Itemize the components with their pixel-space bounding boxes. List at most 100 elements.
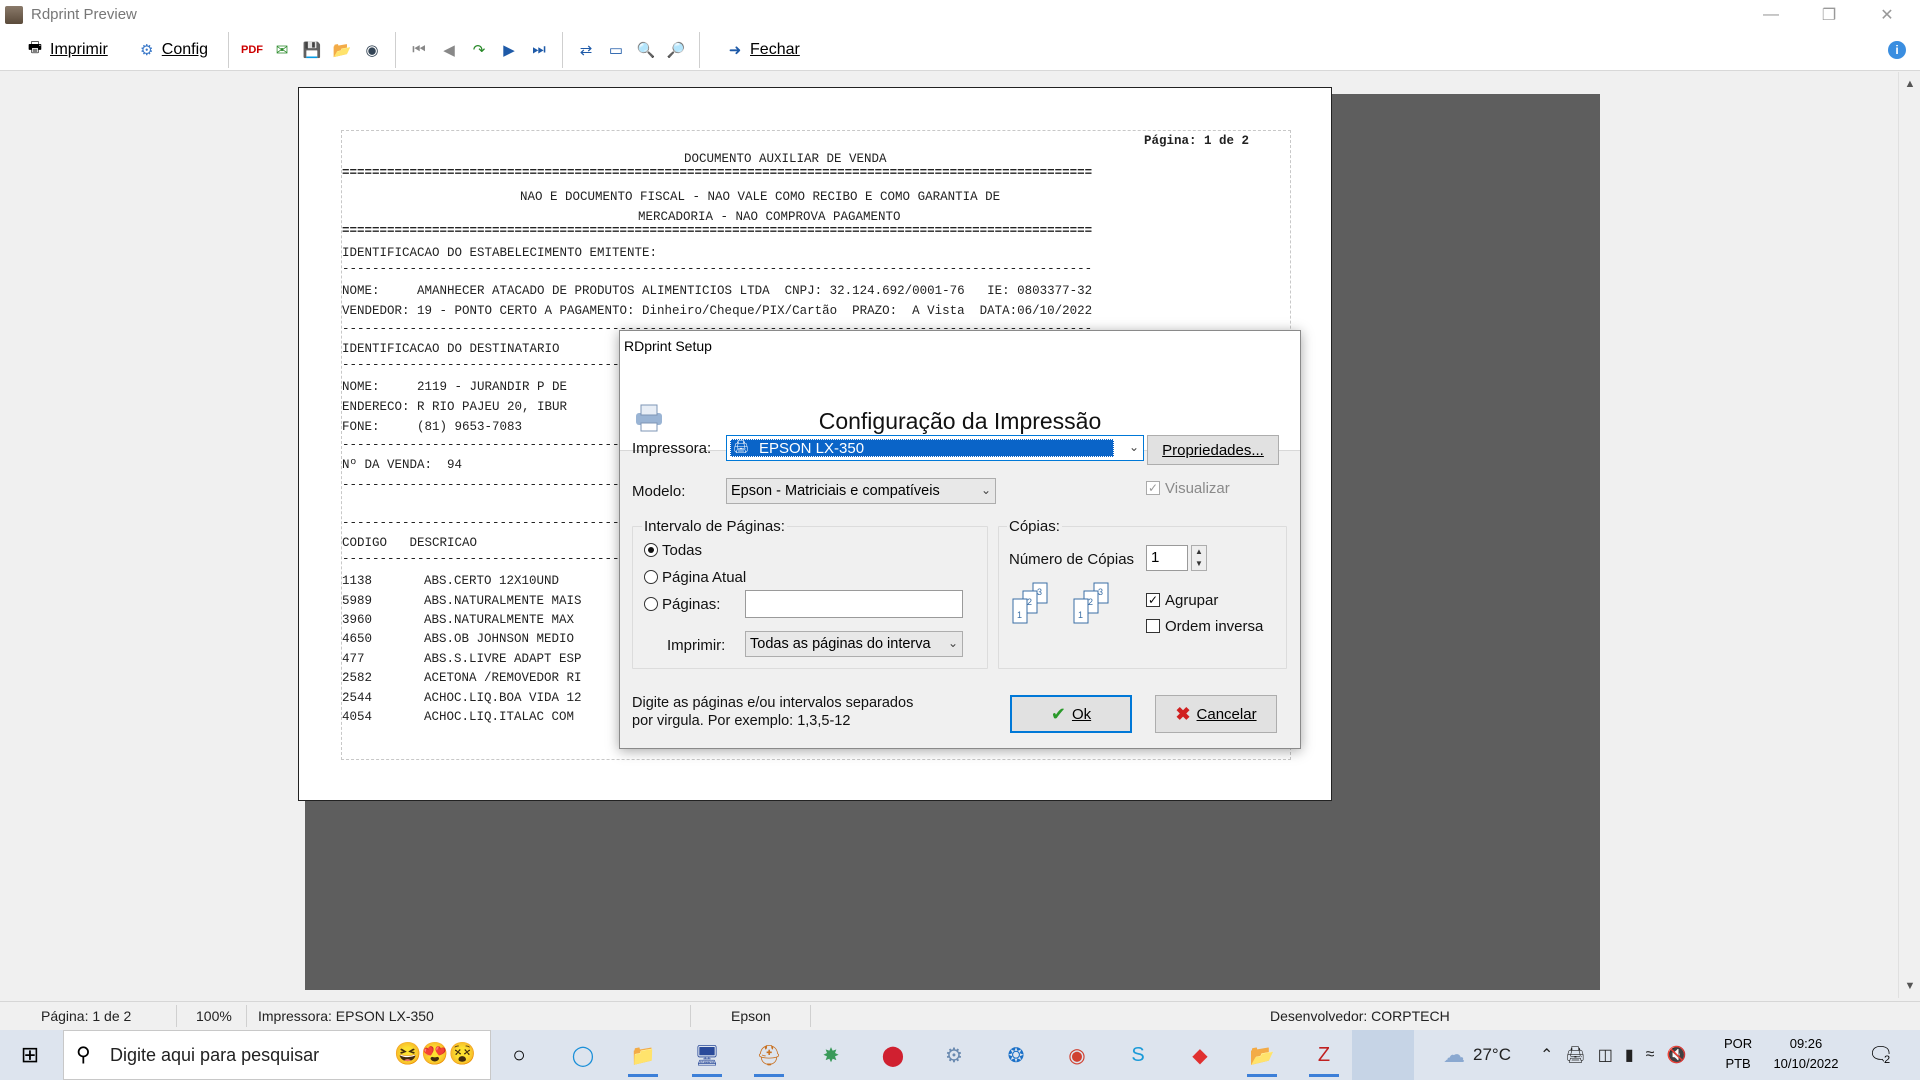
edge-icon[interactable]: ◯ xyxy=(564,1037,602,1073)
task-view-icon[interactable]: ○ xyxy=(500,1037,538,1073)
status-separator xyxy=(810,1005,811,1027)
hint-line-2: por virgula. Por exemplo: 1,3,5-12 xyxy=(632,713,851,729)
page-number-label: Página: 1 de 2 xyxy=(1144,134,1250,148)
recipient-phone: FONE: (81) 9653-7083 xyxy=(342,420,523,434)
properties-button[interactable]: Propriedades... xyxy=(1147,435,1279,465)
app-icon-bubbles[interactable]: ❂ xyxy=(997,1037,1035,1073)
item-code: 1138 xyxy=(342,574,373,588)
app-icon-helmet[interactable]: ⛑ xyxy=(750,1037,788,1077)
emitter-seller: VENDEDOR: 19 - PONTO CERTO A PAGAMENTO: … xyxy=(342,304,1093,318)
collate-checkbox[interactable]: ✓ xyxy=(1146,593,1160,607)
zoom-in-icon[interactable]: 🔍 xyxy=(635,39,657,61)
minimize-button[interactable]: — xyxy=(1748,0,1794,29)
toolbar: 🖶 Imprimir ⚙ Config PDF ✉ 💾 📂 ◉ ⏮ ◀ ↷ ▶ … xyxy=(0,29,1920,71)
anydesk-icon[interactable]: ◆ xyxy=(1181,1037,1219,1073)
wifi-icon[interactable]: ≈ xyxy=(1646,1046,1655,1064)
first-page-icon[interactable]: ⏮ xyxy=(408,39,430,61)
zoom-out-icon[interactable]: 🔎 xyxy=(665,39,687,61)
copies-count-label: Número de Cópias xyxy=(1009,551,1135,568)
close-preview-button[interactable]: ➜ Fechar xyxy=(714,34,806,66)
visualizar-label: Visualizar xyxy=(1165,480,1230,497)
printer-select[interactable]: 🖨 EPSON LX-350 ⌄ xyxy=(726,435,1144,461)
next-page-icon[interactable]: ▶ xyxy=(498,39,520,61)
weather-widget[interactable]: ☁ 27°C xyxy=(1443,1030,1511,1080)
all-pages-label: Todas xyxy=(662,542,703,559)
vertical-scrollbar[interactable]: ▲ ▼ xyxy=(1898,72,1920,998)
printer-label: Impressora: xyxy=(632,440,712,457)
language-indicator[interactable]: POR PTB xyxy=(1724,1034,1752,1074)
save-icon[interactable]: 💾 xyxy=(301,39,323,61)
status-zoom: 100% xyxy=(196,1008,232,1024)
info-icon[interactable]: i xyxy=(1888,40,1906,59)
svg-text:1: 1 xyxy=(1078,610,1083,620)
filezilla-icon[interactable]: Z xyxy=(1305,1037,1343,1077)
battery-icon[interactable]: ▮ xyxy=(1625,1045,1634,1065)
pages-input[interactable] xyxy=(745,590,963,618)
print-scope-select[interactable]: Todas as páginas do interva ⌄ xyxy=(745,631,963,657)
reverse-order-checkbox[interactable] xyxy=(1146,619,1160,633)
chrome-icon[interactable]: ◉ xyxy=(1058,1037,1096,1073)
svg-text:2: 2 xyxy=(1088,597,1093,607)
item-description: ABS.OB JOHNSON MEDIO xyxy=(424,632,575,646)
checkmark-icon: ✔ xyxy=(1050,703,1066,724)
search-highlight-icon: 😆😍😵 xyxy=(394,1041,477,1066)
model-select[interactable]: Epson - Matriciais e compatíveis ⌄ xyxy=(726,478,996,504)
previous-page-icon[interactable]: ◀ xyxy=(438,39,460,61)
scroll-down-icon[interactable]: ▼ xyxy=(1899,976,1920,996)
settings-icon[interactable]: ⚙ xyxy=(935,1037,973,1073)
model-label: Modelo: xyxy=(632,483,686,500)
page-width-icon[interactable]: ⇄ xyxy=(575,39,597,61)
chevron-up-icon[interactable]: ⌃ xyxy=(1540,1045,1553,1065)
skype-icon[interactable]: S xyxy=(1119,1037,1157,1073)
svg-text:2: 2 xyxy=(1027,597,1032,607)
radio-pages[interactable] xyxy=(644,597,658,611)
scroll-up-icon[interactable]: ▲ xyxy=(1899,74,1920,94)
active-app-slot[interactable] xyxy=(1352,1030,1414,1080)
windows-start-icon[interactable]: ⊞ xyxy=(11,1037,49,1073)
notification-count-badge: 2 xyxy=(1884,1054,1891,1066)
config-button[interactable]: ⚙ Config xyxy=(126,34,214,66)
collate-illustration-icon: 321 321 xyxy=(1009,581,1129,636)
clock[interactable]: 09:26 10/10/2022 xyxy=(1760,1034,1852,1074)
close-window-button[interactable]: ✕ xyxy=(1864,0,1910,29)
binoculars-icon[interactable]: ◉ xyxy=(361,39,383,61)
item-description: ABS.NATURALMENTE MAIS xyxy=(424,594,582,608)
folder-app-icon[interactable]: 📂 xyxy=(1243,1037,1281,1077)
print-button[interactable]: 🖶 Imprimir xyxy=(14,34,114,66)
hint-line-1: Digite as páginas e/ou intervalos separa… xyxy=(632,695,914,711)
pages-label: Páginas: xyxy=(662,596,721,613)
visualizar-checkbox[interactable]: ✓ xyxy=(1146,481,1160,495)
go-to-page-icon[interactable]: ↷ xyxy=(468,39,490,61)
item-code: 3960 xyxy=(342,613,373,627)
file-explorer-icon[interactable]: 📁 xyxy=(624,1037,662,1077)
cancel-button[interactable]: ✖ Cancelar xyxy=(1155,695,1277,733)
last-page-icon[interactable]: ⏭ xyxy=(528,39,550,61)
sale-number: Nº DA VENDA: 94 xyxy=(342,458,463,472)
svg-text:1: 1 xyxy=(1017,610,1022,620)
app-icon-computer[interactable]: 🖥 xyxy=(688,1037,726,1077)
model-value: Epson - Matriciais e compatíveis xyxy=(731,483,940,499)
taskbar-search[interactable]: ⚲ Digite aqui para pesquisar 😆😍😵 xyxy=(63,1030,491,1080)
radio-current-page[interactable] xyxy=(644,570,658,584)
whole-page-icon[interactable]: ▭ xyxy=(605,39,627,61)
email-icon[interactable]: ✉ xyxy=(271,39,293,61)
app-icon-network[interactable]: ✸ xyxy=(812,1037,850,1073)
printer-tray-icon[interactable]: 🖨 xyxy=(1565,1045,1585,1065)
svg-text:3: 3 xyxy=(1098,587,1103,597)
restore-button[interactable]: ❐ xyxy=(1806,0,1852,29)
open-folder-icon[interactable]: 📂 xyxy=(331,39,353,61)
status-developer: Desenvolvedor: CORPTECH xyxy=(1270,1008,1450,1024)
separator-line: ========================================… xyxy=(342,166,1093,180)
anydesk-dx-icon[interactable]: ⬤ xyxy=(874,1037,912,1073)
clock-time: 09:26 xyxy=(1789,1036,1823,1051)
ok-button[interactable]: ✔ Ok xyxy=(1010,695,1132,733)
copies-spinner[interactable]: ▲ ▼ xyxy=(1191,545,1207,571)
speaker-muted-icon[interactable]: 🔇 xyxy=(1666,1045,1686,1065)
radio-all-pages[interactable] xyxy=(644,543,658,557)
print-scope-label: Imprimir: xyxy=(667,637,726,654)
separator-line: ========================================… xyxy=(342,224,1093,238)
device-icon[interactable]: ◫ xyxy=(1598,1045,1613,1065)
item-code: 5989 xyxy=(342,594,373,608)
pdf-icon[interactable]: PDF xyxy=(241,39,263,61)
copies-count-input[interactable]: 1 xyxy=(1146,545,1188,571)
